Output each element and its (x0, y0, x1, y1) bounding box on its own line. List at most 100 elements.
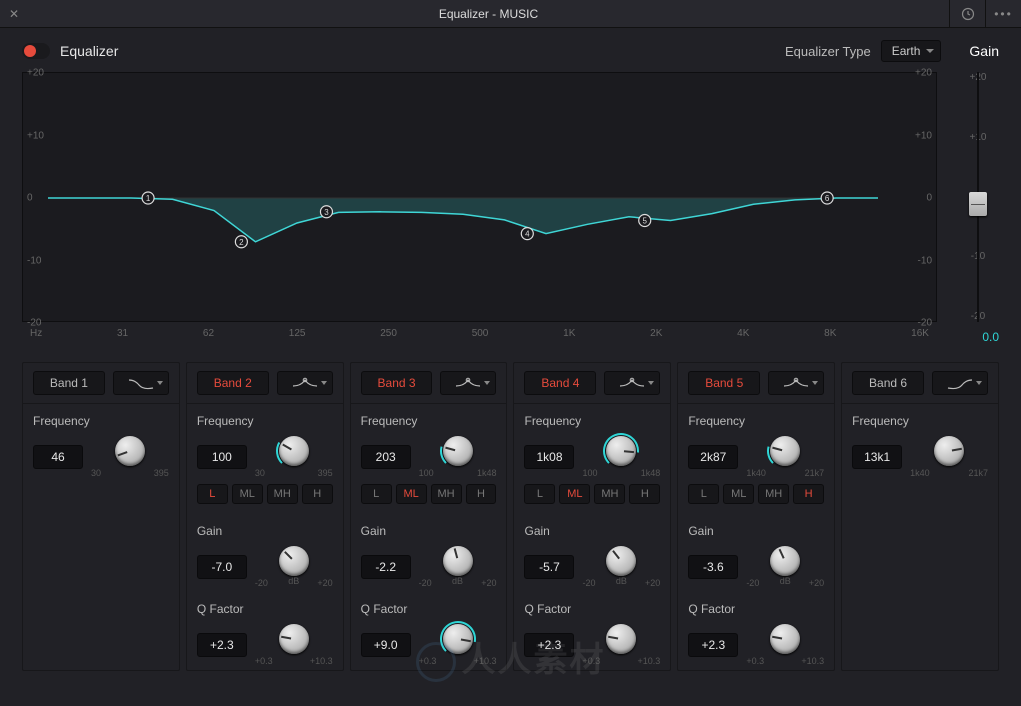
range-max: +20 (809, 578, 824, 588)
range-max: +20 (645, 578, 660, 588)
knob[interactable] (934, 436, 964, 466)
range-max: 21k7 (805, 468, 825, 478)
eq-point-2[interactable]: 2 (235, 236, 247, 248)
range-button-ML[interactable]: ML (396, 484, 427, 504)
range-min: 30 (91, 468, 101, 478)
frequency-value[interactable]: 2k87 (688, 445, 738, 469)
gain-value[interactable]: -5.7 (524, 555, 574, 579)
gain-value[interactable]: -3.6 (688, 555, 738, 579)
eq-point-1[interactable]: 1 (142, 192, 154, 204)
knob[interactable] (115, 436, 145, 466)
eq-type-dropdown[interactable]: Earth (881, 40, 942, 62)
eq-point-5[interactable]: 5 (639, 215, 651, 227)
range-button-MH[interactable]: MH (431, 484, 462, 504)
band-toggle[interactable]: Band 6 (852, 371, 924, 395)
range-min: 100 (419, 468, 434, 478)
range-min: 1k40 (910, 468, 930, 478)
frequency-label: Frequency (361, 414, 497, 428)
history-icon[interactable] (949, 0, 985, 28)
frequency-value[interactable]: 100 (197, 445, 247, 469)
gain-value[interactable]: -2.2 (361, 555, 411, 579)
range-max: +10.3 (801, 656, 824, 666)
knob[interactable] (770, 624, 800, 654)
frequency-value[interactable]: 13k1 (852, 445, 902, 469)
master-gain-handle[interactable] (969, 192, 987, 216)
knob[interactable] (443, 546, 473, 576)
frequency-label: Frequency (524, 414, 660, 428)
range-max: 1k48 (641, 468, 661, 478)
eq-point-4[interactable]: 4 (521, 228, 533, 240)
plugin-name: Equalizer (60, 43, 118, 59)
range-max: 395 (318, 468, 333, 478)
range-button-MH[interactable]: MH (594, 484, 625, 504)
qfactor-label: Q Factor (524, 602, 660, 616)
band-shape-dropdown[interactable] (113, 371, 169, 395)
range-button-H[interactable]: H (466, 484, 497, 504)
knob[interactable] (279, 624, 309, 654)
band-1: Band 1Frequency4630395 (22, 362, 180, 671)
range-button-ML[interactable]: ML (559, 484, 590, 504)
band-toggle[interactable]: Band 3 (361, 371, 433, 395)
band-toggle[interactable]: Band 5 (688, 371, 760, 395)
band-toggle[interactable]: Band 2 (197, 371, 269, 395)
knob[interactable] (606, 546, 636, 576)
qfactor-label: Q Factor (688, 602, 824, 616)
qfactor-value[interactable]: +2.3 (197, 633, 247, 657)
eq-graph[interactable]: +20+20+10+1000-10-10-20-20123456 (22, 72, 937, 322)
enable-toggle[interactable] (22, 43, 50, 59)
gain-label: Gain (688, 524, 824, 538)
knob[interactable] (279, 546, 309, 576)
x-tick: Hz (30, 328, 42, 339)
eq-point-6[interactable]: 6 (821, 192, 833, 204)
frequency-value[interactable]: 46 (33, 445, 83, 469)
unit-label: dB (288, 576, 299, 586)
x-tick: 8K (824, 328, 836, 339)
range-button-MH[interactable]: MH (267, 484, 298, 504)
frequency-value[interactable]: 203 (361, 445, 411, 469)
range-button-ML[interactable]: ML (232, 484, 263, 504)
frequency-value[interactable]: 1k08 (524, 445, 574, 469)
band-shape-dropdown[interactable] (440, 371, 496, 395)
band-shape-dropdown[interactable] (277, 371, 333, 395)
band-toggle[interactable]: Band 1 (33, 371, 105, 395)
range-max: 395 (154, 468, 169, 478)
range-button-H[interactable]: H (302, 484, 333, 504)
knob[interactable] (770, 546, 800, 576)
qfactor-value[interactable]: +2.3 (524, 633, 574, 657)
eq-point-3[interactable]: 3 (320, 206, 332, 218)
knob[interactable] (606, 436, 636, 466)
knob[interactable] (443, 436, 473, 466)
range-button-L[interactable]: L (361, 484, 392, 504)
range-button-MH[interactable]: MH (758, 484, 789, 504)
knob[interactable] (279, 436, 309, 466)
range-max: 1k48 (477, 468, 497, 478)
unit-label: dB (452, 576, 463, 586)
knob[interactable] (606, 624, 636, 654)
master-gain-slider-wrap: +20+100-10-20 0.0 (957, 72, 999, 344)
band-shape-dropdown[interactable] (932, 371, 988, 395)
gain-label: Gain (197, 524, 333, 538)
more-icon[interactable]: ••• (985, 0, 1021, 28)
x-tick: 16K (911, 328, 929, 339)
qfactor-value[interactable]: +2.3 (688, 633, 738, 657)
range-button-L[interactable]: L (524, 484, 555, 504)
range-button-L[interactable]: L (688, 484, 719, 504)
range-button-H[interactable]: H (793, 484, 824, 504)
band-shape-dropdown[interactable] (768, 371, 824, 395)
range-min: +0.3 (746, 656, 764, 666)
band-toggle[interactable]: Band 4 (524, 371, 596, 395)
band-shape-dropdown[interactable] (604, 371, 660, 395)
frequency-label: Frequency (852, 414, 988, 428)
knob[interactable] (443, 624, 473, 654)
range-button-H[interactable]: H (629, 484, 660, 504)
range-max: 21k7 (968, 468, 988, 478)
qfactor-value[interactable]: +9.0 (361, 633, 411, 657)
range-button-L[interactable]: L (197, 484, 228, 504)
knob[interactable] (770, 436, 800, 466)
bands-container: Band 1 Frequency 46 30 395 Band 2 Frequency 100… (0, 344, 1021, 681)
range-button-ML[interactable]: ML (723, 484, 754, 504)
unit-label: dB (780, 576, 791, 586)
close-icon[interactable]: ✕ (0, 7, 28, 21)
x-tick: 500 (472, 328, 489, 339)
gain-value[interactable]: -7.0 (197, 555, 247, 579)
